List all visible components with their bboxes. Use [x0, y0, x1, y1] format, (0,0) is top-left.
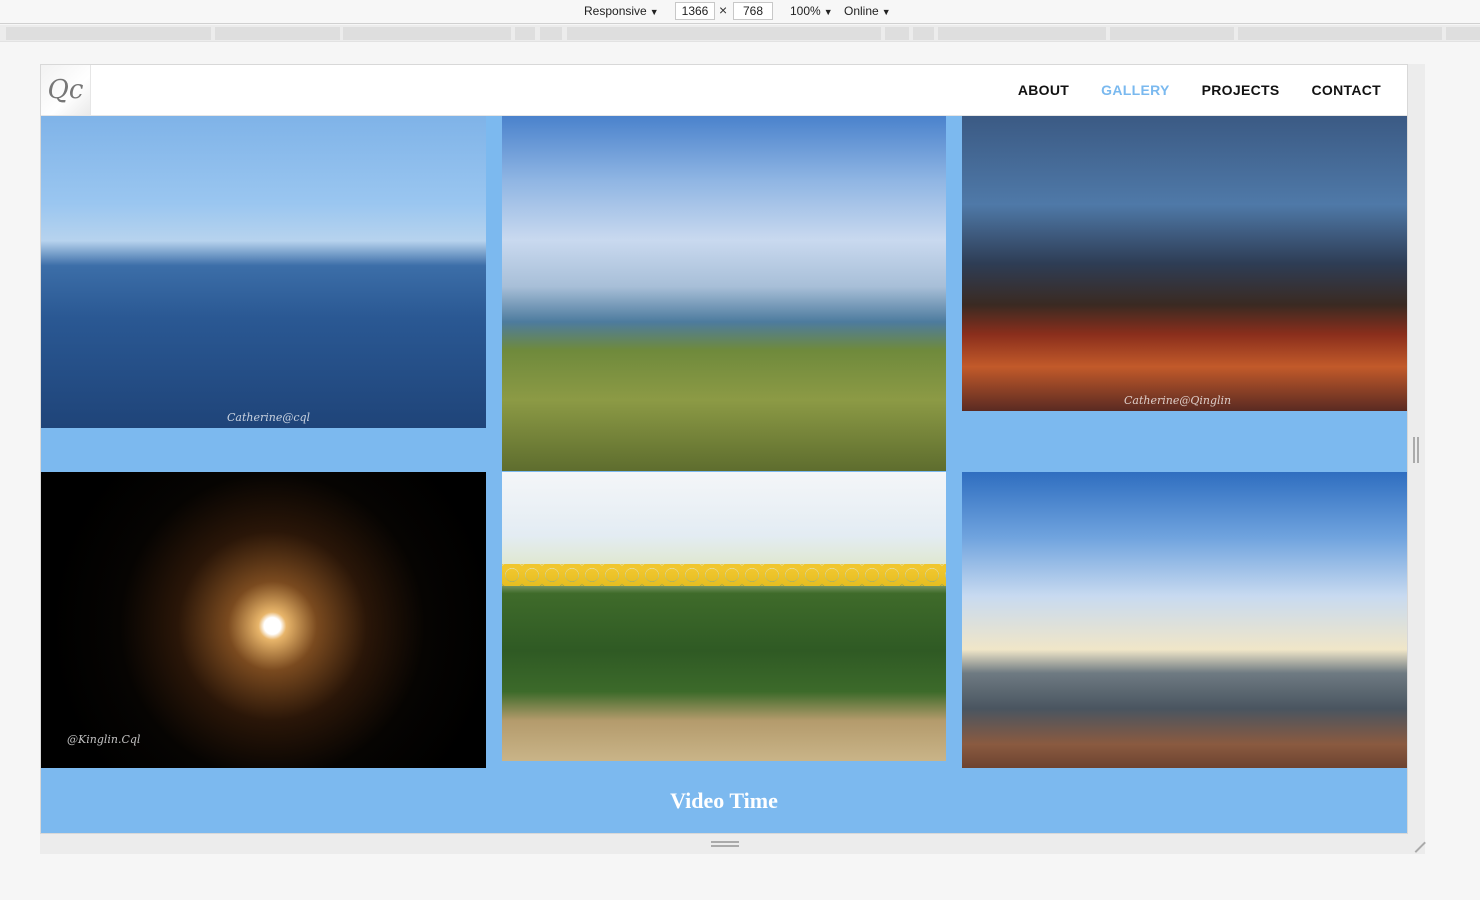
- ruler-segment[interactable]: [215, 27, 340, 40]
- network-label: Online: [844, 4, 879, 18]
- ruler-segment[interactable]: [6, 27, 211, 40]
- ruler-segment[interactable]: [1446, 27, 1480, 40]
- chevron-down-icon: ▼: [823, 7, 833, 17]
- viewport-height-input[interactable]: [733, 2, 773, 20]
- network-throttle-dropdown[interactable]: Online ▼: [844, 3, 891, 20]
- logo-text: Qc: [47, 75, 84, 105]
- nav-contact[interactable]: CONTACT: [1312, 82, 1382, 98]
- emulated-viewport: Qc ABOUT GALLERY PROJECTS CONTACT Cather…: [40, 64, 1408, 834]
- nav-projects[interactable]: PROJECTS: [1202, 82, 1280, 98]
- site-logo[interactable]: Qc: [41, 65, 91, 115]
- ruler-segment[interactable]: [1110, 27, 1234, 40]
- photo-watermark: @Kinglin.Cql: [67, 733, 141, 746]
- ruler-segment[interactable]: [1238, 27, 1442, 40]
- resize-handle-right[interactable]: [1413, 437, 1419, 463]
- photo-watermark: Catherine@cql: [227, 411, 311, 424]
- site-header: Qc ABOUT GALLERY PROJECTS CONTACT: [41, 65, 1407, 116]
- nav-gallery[interactable]: GALLERY: [1101, 82, 1169, 98]
- chevron-down-icon: ▼: [881, 7, 891, 17]
- resize-handle-bottom[interactable]: [711, 841, 739, 847]
- golden-gate-flowers-photo[interactable]: [502, 116, 946, 471]
- zoom-label: 100%: [790, 4, 821, 18]
- sunflower-row: [502, 564, 946, 586]
- device-mode-label: Responsive: [584, 4, 647, 18]
- ruler-segment[interactable]: [343, 27, 511, 40]
- devtools-toolbar: Responsive▼ × 100%▼ Online▼: [0, 0, 1480, 24]
- chevron-down-icon: ▼: [649, 7, 659, 17]
- ruler-segment[interactable]: [515, 27, 535, 40]
- section-title: Video Time: [670, 788, 778, 813]
- full-moon-photo[interactable]: @Kinglin.Cql: [41, 472, 486, 768]
- sunflower-field-photo[interactable]: [502, 472, 946, 761]
- ruler-segment[interactable]: [540, 27, 562, 40]
- photo-watermark: Catherine@Qinglin: [1124, 394, 1232, 407]
- zoom-dropdown[interactable]: 100% ▼: [790, 3, 833, 20]
- device-mode-dropdown[interactable]: Responsive ▼: [584, 3, 659, 20]
- ruler-segment[interactable]: [567, 27, 881, 40]
- times-icon: ×: [719, 2, 728, 18]
- viewport-width-input[interactable]: [675, 2, 715, 20]
- ruler-segment[interactable]: [913, 27, 934, 40]
- main-nav: ABOUT GALLERY PROJECTS CONTACT: [986, 65, 1381, 115]
- gallery-section: Catherine@cql Catherine@Qinglin @Kinglin…: [41, 116, 1407, 833]
- lake-pier-photo[interactable]: Catherine@cql: [41, 116, 486, 428]
- media-query-ruler[interactable]: [0, 25, 1480, 42]
- ruler-segment[interactable]: [938, 27, 1106, 40]
- ruler-segment[interactable]: [885, 27, 909, 40]
- nav-about[interactable]: ABOUT: [1018, 82, 1069, 98]
- mountain-summit-photo[interactable]: [962, 472, 1407, 768]
- brooklyn-bridge-photo[interactable]: Catherine@Qinglin: [962, 116, 1407, 411]
